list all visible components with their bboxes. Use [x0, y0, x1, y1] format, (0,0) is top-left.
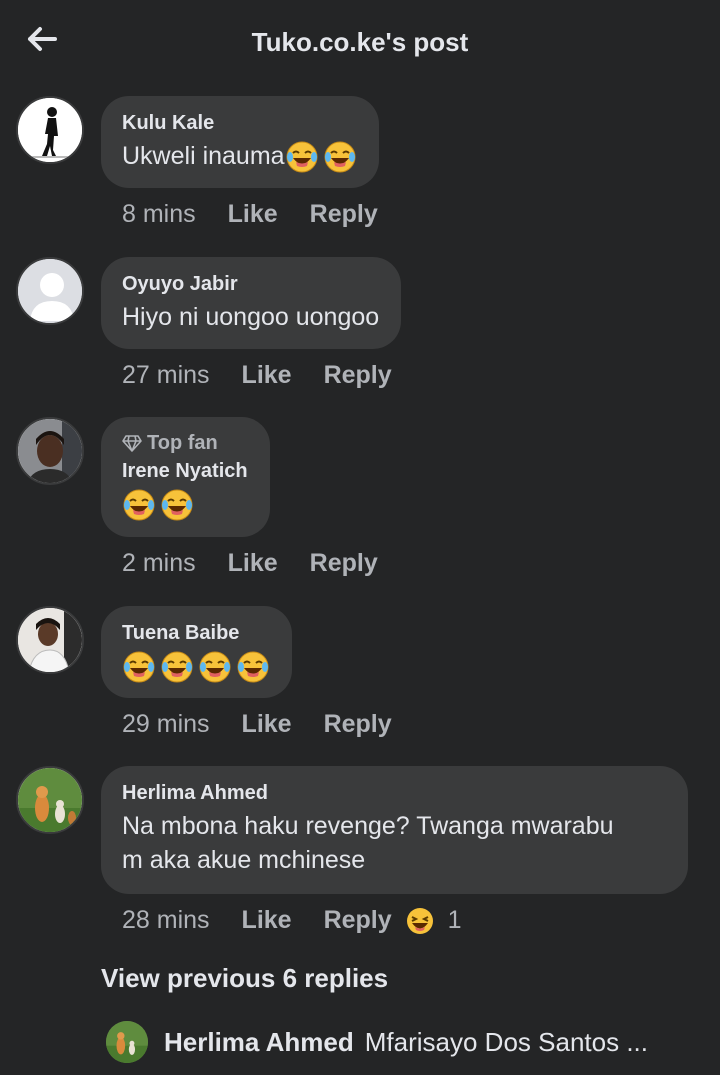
comment-author[interactable]: Herlima Ahmed	[122, 781, 666, 806]
comment-time[interactable]: 2 mins	[122, 549, 196, 578]
laughing-tears-emoji-icon	[324, 141, 356, 173]
walking-man-avatar-icon	[18, 98, 82, 162]
laughing-tears-emoji-icon	[123, 489, 155, 521]
diamond-icon	[122, 435, 142, 452]
comment-author[interactable]: Kulu Kale	[122, 111, 357, 136]
comment-author[interactable]: Irene Nyatich	[122, 459, 248, 484]
comment-bubble[interactable]: Top fan Irene Nyatich	[101, 417, 270, 537]
comment-emojis	[122, 649, 270, 684]
comment-text-line: Na mbona haku revenge? Twanga mwarabu	[122, 812, 614, 840]
reply-button[interactable]: Reply	[324, 710, 392, 739]
reply-button[interactable]: Reply	[310, 549, 378, 578]
cats-photo-avatar-icon	[18, 768, 82, 832]
like-button[interactable]: Like	[242, 710, 292, 739]
laughing-tears-emoji-icon	[161, 651, 193, 683]
user-photo-avatar-icon	[18, 419, 82, 483]
header: Tuko.co.ke's post	[0, 0, 720, 84]
reply-button[interactable]: Reply	[310, 200, 378, 229]
comment-time[interactable]: 27 mins	[122, 361, 210, 390]
avatar[interactable]	[16, 417, 84, 485]
comment-bubble[interactable]: Oyuyo Jabir Hiyo ni uongoo uongoo	[101, 257, 402, 349]
avatar[interactable]	[16, 96, 84, 164]
reaction-count[interactable]: 1	[448, 906, 462, 935]
reply-preview[interactable]: Herlima Ahmed Mfarisayo Dos Santos ...	[106, 1020, 706, 1064]
comment-actions: 29 mins Like Reply	[122, 710, 392, 739]
reply-button[interactable]: Reply	[324, 906, 392, 935]
page-title: Tuko.co.ke's post	[251, 27, 469, 57]
like-button[interactable]: Like	[242, 906, 292, 935]
like-button[interactable]: Like	[242, 361, 292, 390]
reply-text: Mfarisayo Dos Santos ...	[364, 1026, 648, 1057]
reply-author: Herlima Ahmed	[164, 1026, 354, 1057]
like-button[interactable]: Like	[228, 200, 278, 229]
comment-time[interactable]: 28 mins	[122, 906, 210, 935]
comment-actions: 28 mins Like Reply 1	[122, 906, 462, 935]
avatar[interactable]	[16, 257, 84, 325]
laughing-tears-emoji-icon	[161, 489, 193, 521]
avatar[interactable]	[16, 766, 84, 834]
comment-time[interactable]: 8 mins	[122, 200, 196, 229]
laughing-tears-emoji-icon	[286, 141, 318, 173]
default-profile-icon	[18, 259, 82, 323]
cats-photo-avatar-icon	[106, 1021, 148, 1063]
comment-time[interactable]: 29 mins	[122, 710, 210, 739]
comment-text: Hiyo ni uongoo uongoo	[122, 303, 380, 331]
comment-bubble[interactable]: Tuena Baibe	[101, 606, 292, 698]
comment-text: Ukweli inauma	[122, 139, 357, 174]
top-fan-badge: Top fan	[122, 430, 248, 456]
laughing-tears-emoji-icon	[237, 651, 269, 683]
comment-author[interactable]: Oyuyo Jabir	[122, 272, 379, 297]
comment-text-line: m aka akue mchinese	[122, 846, 366, 874]
comment-actions: 8 mins Like Reply	[122, 200, 378, 229]
laughing-tears-emoji-icon	[199, 651, 231, 683]
avatar[interactable]	[16, 606, 84, 674]
user-photo-avatar-icon	[18, 608, 82, 672]
comment-bubble[interactable]: Kulu Kale Ukweli inauma	[101, 96, 379, 188]
haha-reaction-icon[interactable]	[406, 907, 434, 935]
comment-actions: 27 mins Like Reply	[122, 361, 392, 390]
like-button[interactable]: Like	[228, 549, 278, 578]
view-previous-replies-link[interactable]: View previous 6 replies	[101, 963, 388, 994]
comment-emojis	[122, 487, 248, 522]
avatar	[106, 1021, 148, 1063]
comment-bubble[interactable]: Herlima Ahmed Na mbona haku revenge? Twa…	[101, 766, 688, 894]
comment-author[interactable]: Tuena Baibe	[122, 621, 270, 646]
laughing-tears-emoji-icon	[123, 651, 155, 683]
comment-actions: 2 mins Like Reply	[122, 549, 378, 578]
reply-button[interactable]: Reply	[324, 361, 392, 390]
